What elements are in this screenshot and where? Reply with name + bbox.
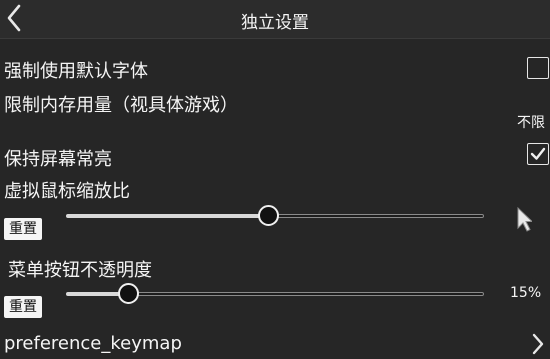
memory-limit-label[interactable]: 限制内存用量（视具体游戏）	[4, 91, 238, 117]
force-default-font-label: 强制使用默认字体	[4, 61, 148, 82]
top-bar: 独立设置	[0, 0, 550, 39]
menu-button-opacity-reset-button[interactable]: 重置	[4, 296, 42, 318]
virtual-mouse-scale-label: 虚拟鼠标缩放比	[4, 181, 130, 202]
menu-button-opacity-slider-track[interactable]	[128, 292, 484, 296]
preference-keymap-label[interactable]: preference_keymap	[4, 333, 182, 354]
menu-button-opacity-slider-thumb[interactable]	[118, 283, 139, 304]
menu-button-opacity-value: 15%	[510, 285, 542, 301]
menu-button-opacity-label: 菜单按钮不透明度	[8, 260, 152, 281]
memory-limit-value: 不限	[517, 115, 545, 131]
force-default-font-checkbox[interactable]	[527, 57, 549, 79]
mouse-cursor-icon	[516, 206, 534, 236]
checkmark-icon	[530, 147, 546, 160]
virtual-mouse-scale-slider-thumb[interactable]	[258, 205, 279, 226]
virtual-mouse-scale-reset-button[interactable]: 重置	[4, 218, 42, 240]
keep-screen-on-checkbox[interactable]	[527, 143, 549, 165]
chevron-right-icon[interactable]	[530, 333, 546, 359]
virtual-mouse-scale-slider-track[interactable]	[268, 214, 484, 218]
page-title: 独立设置	[241, 13, 309, 33]
keep-screen-on-label: 保持屏幕常亮	[4, 149, 112, 170]
virtual-mouse-scale-slider-fill	[66, 214, 268, 218]
